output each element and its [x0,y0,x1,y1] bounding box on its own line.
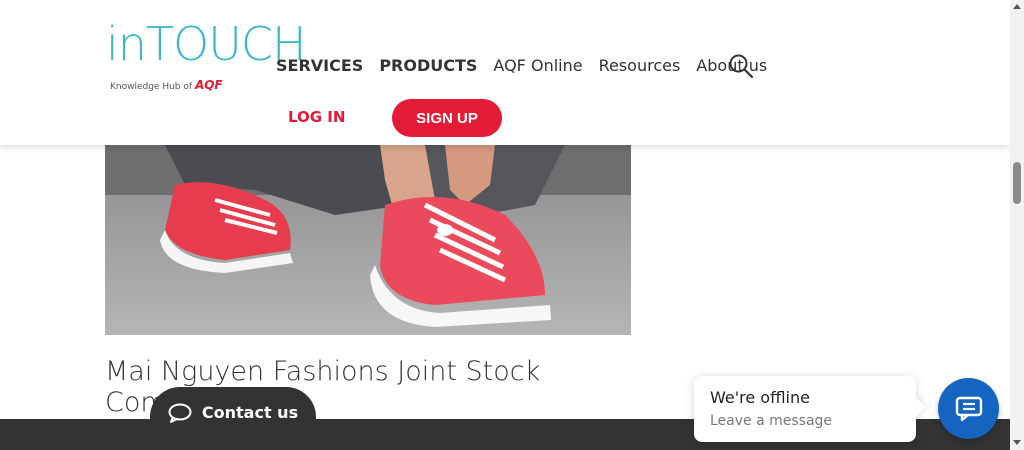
chat-leave-message: Leave a message [710,413,833,429]
search-icon[interactable] [728,53,754,79]
chat-launcher-button[interactable] [938,378,999,439]
main-nav: SERVICES PRODUCTS AQF Online Resources A… [276,56,783,75]
chat-offline-bubble[interactable]: We're offline Leave a message [694,376,916,442]
aqf-brand: AQF [194,78,223,92]
site-header: inTOUCH Knowledge Hub of AQF SERVICES PR… [0,0,1010,145]
chat-message-icon [955,396,982,421]
signup-button[interactable]: SIGN UP [392,99,502,137]
scroll-down-arrow[interactable] [1013,440,1021,445]
scroll-thumb[interactable] [1013,162,1021,204]
logo-tagline-text: Knowledge Hub of [110,82,193,92]
contact-us-button[interactable]: Contact us [150,387,316,450]
intouch-logo[interactable]: inTOUCH Knowledge Hub of AQF [106,16,307,96]
logo-tagline: Knowledge Hub of AQF [110,78,223,92]
nav-products[interactable]: PRODUCTS [379,56,477,75]
chat-status-text: We're offline [710,388,810,407]
login-link[interactable]: LOG IN [288,108,345,126]
contact-us-label: Contact us [201,403,299,422]
nav-services[interactable]: SERVICES [276,56,363,75]
nav-aqf-online[interactable]: AQF Online [493,56,582,75]
page-scrollbar[interactable] [1010,0,1024,450]
hero-image [105,145,631,335]
scroll-up-arrow[interactable] [1013,4,1021,9]
nav-resources[interactable]: Resources [599,56,681,75]
speech-bubble-icon [168,403,192,423]
